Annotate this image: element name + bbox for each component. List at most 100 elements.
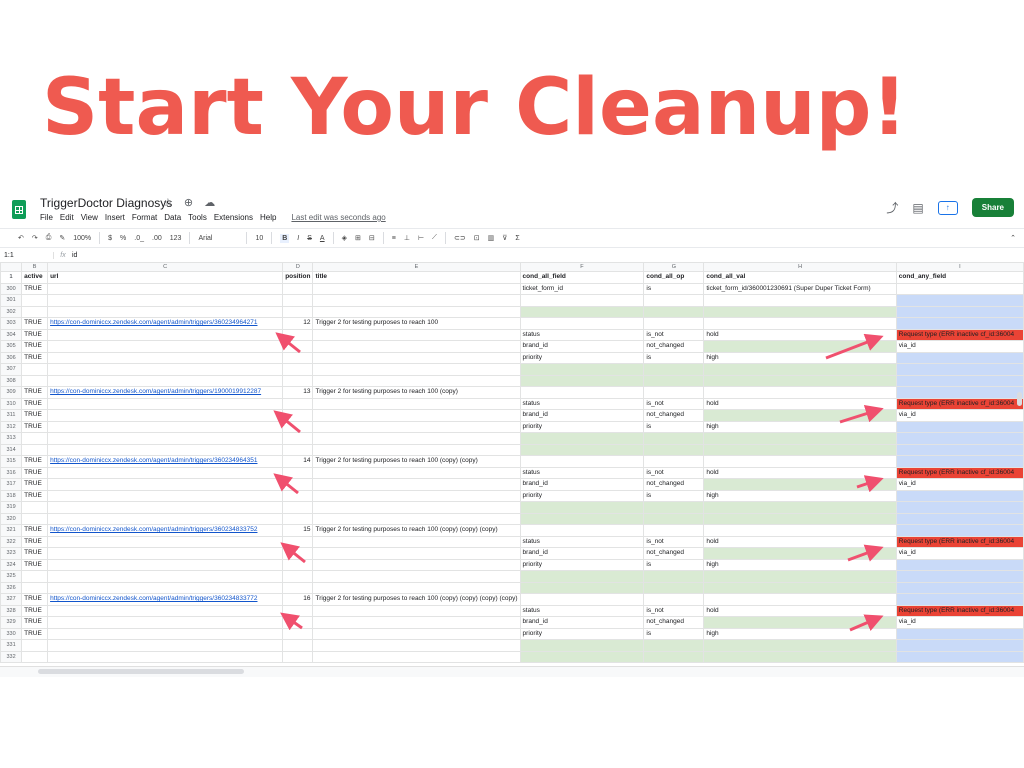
row-number[interactable]: 331 [0, 639, 23, 652]
cell-url[interactable] [47, 570, 284, 583]
cell-active[interactable] [21, 305, 49, 318]
error-cell[interactable]: Request type (ERR inactive cf_id:36004 [895, 397, 1024, 410]
column-letter[interactable]: E [312, 262, 521, 272]
error-cell[interactable]: Request type (ERR inactive cf_id:36004 [895, 535, 1024, 548]
cell-val[interactable] [703, 650, 897, 663]
cell-active[interactable] [21, 294, 49, 307]
cell-val[interactable] [703, 294, 897, 307]
cell-title[interactable]: Trigger 2 for testing purposes to reach … [312, 593, 521, 606]
row-number[interactable]: 317 [0, 478, 23, 491]
trigger-link[interactable]: https://con-dominiccx.zendesk.com/agent/… [47, 455, 284, 468]
row-number[interactable]: 306 [0, 351, 23, 364]
menu-item-data[interactable]: Data [164, 213, 181, 222]
cell-url[interactable] [47, 340, 284, 353]
cell-op[interactable] [643, 363, 705, 376]
row-number[interactable]: 330 [0, 627, 23, 640]
menu-item-insert[interactable]: Insert [105, 213, 125, 222]
cell-title[interactable] [312, 547, 521, 560]
cell-url[interactable] [47, 489, 284, 502]
rotate-icon[interactable]: ⟋ [432, 234, 437, 242]
error-cell[interactable]: Request type (ERR inactive cf_id:36004 [895, 604, 1024, 617]
cell-val[interactable] [703, 374, 897, 387]
cell-pos[interactable] [282, 650, 314, 663]
increase-decimal-button[interactable]: .00 [152, 235, 162, 242]
cell-active[interactable]: TRUE [21, 593, 49, 606]
activity-icon[interactable]: ⤴ [886, 199, 898, 216]
row-number[interactable]: 307 [0, 363, 23, 376]
cell-pos[interactable] [282, 558, 314, 571]
cell-op[interactable] [643, 455, 705, 468]
cell-active[interactable]: TRUE [21, 455, 49, 468]
row-number[interactable]: 323 [0, 547, 23, 560]
cell-title[interactable]: Trigger 2 for testing purposes to reach … [312, 524, 521, 537]
cell-f[interactable] [519, 650, 645, 663]
cell-val[interactable] [703, 593, 897, 606]
cell-title[interactable] [312, 478, 521, 491]
header-cell-title[interactable]: title [312, 271, 521, 284]
cell-url[interactable] [47, 363, 284, 376]
cell-pos[interactable] [282, 604, 314, 617]
cell-val[interactable] [703, 443, 897, 456]
cell-val[interactable] [703, 317, 897, 330]
cell-f[interactable] [519, 512, 645, 525]
cell-val[interactable]: high [703, 558, 897, 571]
cell-op[interactable]: is_not [643, 535, 705, 548]
cell-pos[interactable] [282, 570, 314, 583]
row-number[interactable]: 329 [0, 616, 23, 629]
print-icon[interactable]: ⎙ [46, 234, 52, 242]
decrease-decimal-button[interactable]: .0_ [134, 235, 144, 242]
cell-url[interactable] [47, 443, 284, 456]
cell-active[interactable]: TRUE [21, 627, 49, 640]
cell-any[interactable] [895, 455, 1024, 468]
header-cell-cond-all-op[interactable]: cond_all_op [643, 271, 705, 284]
cell-pos[interactable] [282, 639, 314, 652]
row-number[interactable]: 312 [0, 420, 23, 433]
cell-title[interactable] [312, 294, 521, 307]
row-number[interactable]: 311 [0, 409, 23, 422]
undo-icon[interactable]: ↶ [18, 234, 24, 242]
cell-f[interactable]: priority [519, 558, 645, 571]
cell-title[interactable] [312, 466, 521, 479]
valign-icon[interactable]: ⊥ [404, 234, 410, 242]
cell-val[interactable] [703, 639, 897, 652]
cell-f[interactable] [519, 374, 645, 387]
align-icon[interactable]: ≡ [392, 235, 396, 242]
row-number[interactable]: 319 [0, 501, 23, 514]
column-letter[interactable]: F [519, 262, 645, 272]
cell-op[interactable] [643, 374, 705, 387]
cell-title[interactable] [312, 558, 521, 571]
cell-op[interactable] [643, 639, 705, 652]
cell-title[interactable] [312, 570, 521, 583]
cell-op[interactable]: is [643, 558, 705, 571]
cell-title[interactable] [312, 397, 521, 410]
cell-active[interactable]: TRUE [21, 386, 49, 399]
cell-val[interactable]: hold [703, 328, 897, 341]
cell-active[interactable]: TRUE [21, 409, 49, 422]
row-number[interactable]: 308 [0, 374, 23, 387]
cell-op[interactable] [643, 443, 705, 456]
cell-val[interactable]: high [703, 489, 897, 502]
cell-pos[interactable]: 15 [282, 524, 314, 537]
cell-f[interactable] [519, 386, 645, 399]
cell-any[interactable] [895, 501, 1024, 514]
cell-op[interactable]: not_changed [643, 409, 705, 422]
cell-active[interactable] [21, 432, 49, 445]
cell-val[interactable]: hold [703, 535, 897, 548]
cell-pos[interactable] [282, 294, 314, 307]
cell-active[interactable]: TRUE [21, 328, 49, 341]
error-cell[interactable]: Request type (ERR inactive cf_id:36004 [895, 328, 1024, 341]
cell-pos[interactable] [282, 305, 314, 318]
cell-op[interactable]: is_not [643, 328, 705, 341]
cell-f[interactable]: status [519, 466, 645, 479]
row-number[interactable]: 302 [0, 305, 23, 318]
cell-pos[interactable] [282, 409, 314, 422]
cell-f[interactable]: priority [519, 627, 645, 640]
menu-item-edit[interactable]: Edit [60, 213, 74, 222]
cell-url[interactable] [47, 627, 284, 640]
cell-active[interactable] [21, 501, 49, 514]
cell-pos[interactable] [282, 535, 314, 548]
cell-title[interactable] [312, 489, 521, 502]
row-number[interactable]: 325 [0, 570, 23, 583]
cell-any[interactable] [895, 294, 1024, 307]
italic-button[interactable]: I [297, 235, 299, 242]
